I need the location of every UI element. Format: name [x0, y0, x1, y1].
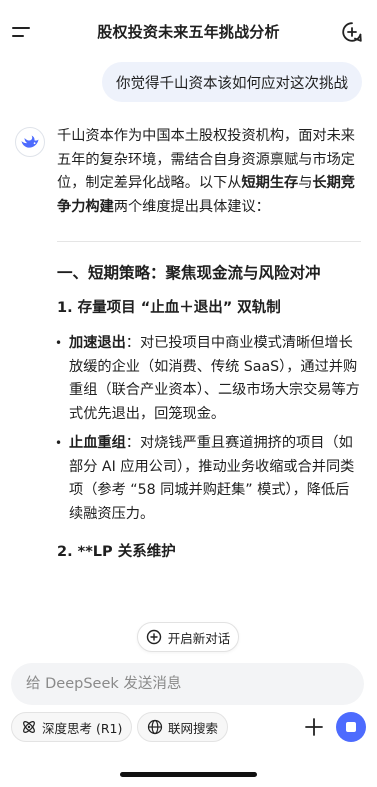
globe-icon: [147, 719, 163, 735]
home-indicator: [120, 772, 257, 777]
top-bar: 股权投资未来五年挑战分析: [0, 0, 377, 62]
page-title: 股权投资未来五年挑战分析: [97, 22, 280, 41]
subsection-heading: 1. 存量项目 “止血＋退出” 双轨制: [57, 300, 281, 316]
web-search-label: 联网搜索: [168, 720, 219, 736]
answer-intro: 千山资本作为中国本土股权投资机构，面对未来五年的复杂环境，需结合自身资源禀赋与市…: [57, 128, 355, 215]
composer: 深度思考 (R1) 联网搜索: [0, 658, 377, 787]
assistant-answer: 千山资本作为中国本土股权投资机构，面对未来五年的复杂环境，需结合自身资源禀赋与市…: [55, 125, 361, 564]
plus-icon[interactable]: [303, 716, 325, 738]
deep-think-label: 深度思考 (R1): [42, 720, 123, 736]
menu-icon[interactable]: [12, 20, 36, 44]
stop-button[interactable]: [336, 712, 366, 742]
deep-think-toggle[interactable]: 深度思考 (R1): [11, 712, 133, 742]
stop-icon: [346, 722, 356, 732]
list-item: 加速退出：对已投项目中商业模式清晰但增长放缓的企业（如消费、传统 SaaS），通…: [55, 332, 361, 426]
new-chat-icon[interactable]: [341, 21, 363, 43]
section-heading: 一、短期策略：聚焦现金流与风险对冲: [57, 264, 321, 282]
message-input[interactable]: [11, 663, 364, 705]
web-search-toggle[interactable]: 联网搜索: [137, 712, 229, 742]
deepseek-logo-icon: [15, 127, 45, 157]
user-message: 你觉得千山资本该如何应对这次挑战: [102, 62, 362, 102]
atom-icon: [23, 721, 35, 733]
bullet-list: 加速退出：对已投项目中商业模式清晰但增长放缓的企业（如消费、传统 SaaS），通…: [55, 332, 361, 526]
new-conversation-label: 开启新对话: [167, 630, 231, 646]
new-chat-icon: [146, 629, 161, 645]
subsection-heading: 2. **LP 关系维护: [57, 544, 176, 560]
list-item: 止血重组：对烧钱严重且赛道拥挤的项目（如部分 AI 应用公司），推动业务收缩或合…: [55, 432, 361, 526]
divider: [57, 241, 361, 242]
new-conversation-button[interactable]: 开启新对话: [137, 622, 239, 652]
